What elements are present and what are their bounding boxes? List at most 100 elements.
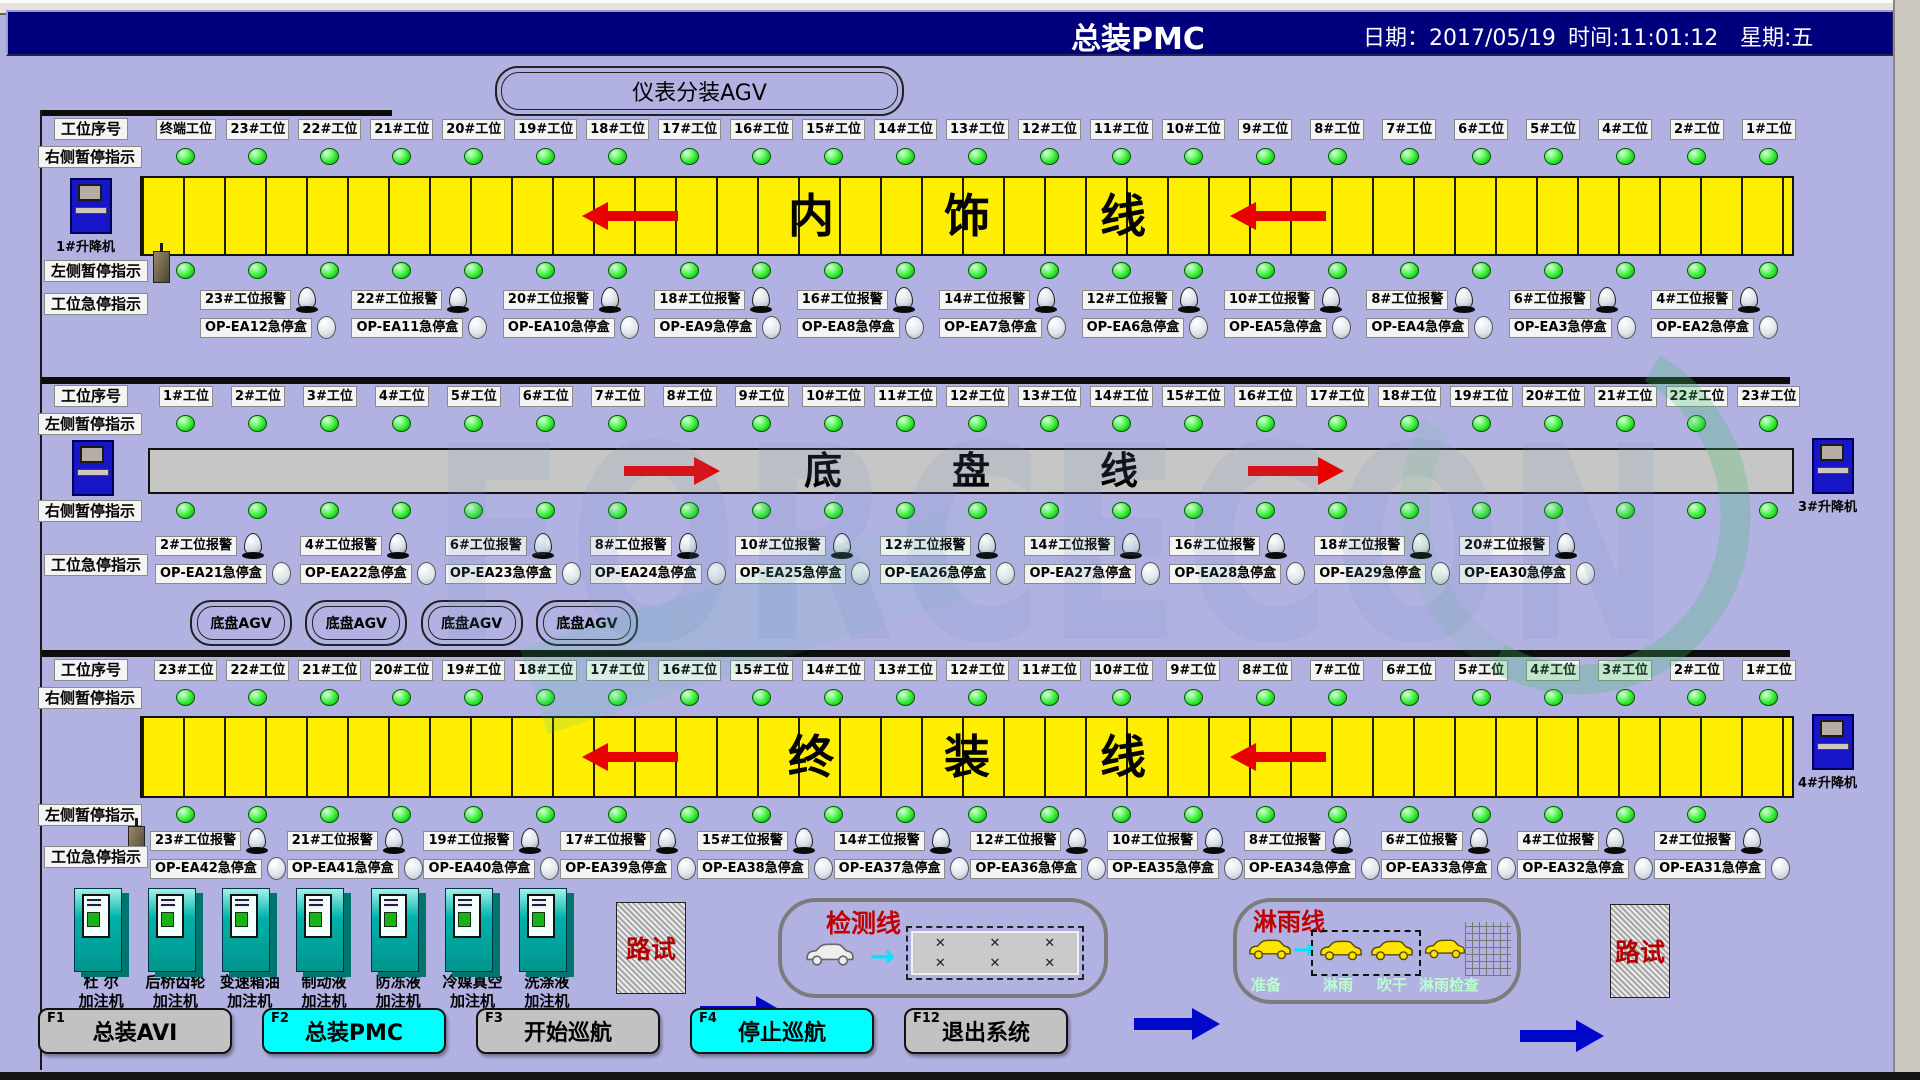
station-label[interactable]: 12#工位: [946, 386, 1009, 407]
station-label[interactable]: 12#工位: [946, 660, 1009, 681]
function-key-f2[interactable]: F2总装PMC: [262, 1008, 446, 1054]
estop-box-label[interactable]: OP-EA28急停盒: [1169, 564, 1281, 584]
station-label[interactable]: 11#工位: [1090, 119, 1153, 140]
station-alarm-label[interactable]: 12#工位报警: [1082, 290, 1173, 310]
station-label[interactable]: 3#工位: [1598, 660, 1652, 681]
estop-box-label[interactable]: OP-EA27急停盒: [1024, 564, 1136, 584]
estop-box-label[interactable]: OP-EA23急停盒: [445, 564, 557, 584]
estop-box-label[interactable]: OP-EA4急停盒: [1366, 318, 1469, 338]
station-label[interactable]: 17#工位: [658, 119, 721, 140]
estop-box-label[interactable]: OP-EA11急停盒: [351, 318, 463, 338]
estop-box-label[interactable]: OP-EA29急停盒: [1314, 564, 1426, 584]
station-alarm-label[interactable]: 20#工位报警: [1459, 536, 1550, 556]
estop-box-label[interactable]: OP-EA6急停盒: [1082, 318, 1185, 338]
station-label[interactable]: 16#工位: [730, 119, 793, 140]
station-alarm-label[interactable]: 16#工位报警: [1169, 536, 1260, 556]
station-label[interactable]: 7#工位: [1310, 660, 1364, 681]
station-label[interactable]: 16#工位: [658, 660, 721, 681]
station-label[interactable]: 4#工位: [1598, 119, 1652, 140]
station-label[interactable]: 13#工位: [946, 119, 1009, 140]
station-label[interactable]: 8#工位: [663, 386, 717, 407]
station-alarm-label[interactable]: 6#工位报警: [445, 536, 527, 556]
estop-box-label[interactable]: OP-EA22急停盒: [300, 564, 412, 584]
station-alarm-label[interactable]: 8#工位报警: [1244, 831, 1326, 851]
estop-box-label[interactable]: OP-EA38急停盒: [697, 859, 809, 879]
station-alarm-label[interactable]: 10#工位报警: [1107, 831, 1198, 851]
function-key-f4[interactable]: F4停止巡航: [690, 1008, 874, 1054]
station-label[interactable]: 17#工位: [586, 660, 649, 681]
station-alarm-label[interactable]: 8#工位报警: [1366, 290, 1448, 310]
station-label[interactable]: 5#工位: [447, 386, 501, 407]
station-label[interactable]: 15#工位: [1162, 386, 1225, 407]
station-alarm-label[interactable]: 16#工位报警: [797, 290, 888, 310]
station-label[interactable]: 23#工位: [226, 119, 289, 140]
station-label[interactable]: 18#工位: [586, 119, 649, 140]
estop-box-label[interactable]: OP-EA42急停盒: [150, 859, 262, 879]
estop-box-label[interactable]: OP-EA40急停盒: [423, 859, 535, 879]
station-label[interactable]: 18#工位: [514, 660, 577, 681]
station-label[interactable]: 22#工位: [298, 119, 361, 140]
station-label[interactable]: 19#工位: [442, 660, 505, 681]
estop-box-label[interactable]: OP-EA26急停盒: [880, 564, 992, 584]
estop-box-label[interactable]: OP-EA41急停盒: [287, 859, 399, 879]
station-label[interactable]: 6#工位: [1454, 119, 1508, 140]
station-label[interactable]: 4#工位: [375, 386, 429, 407]
station-label[interactable]: 10#工位: [1090, 660, 1153, 681]
station-label[interactable]: 18#工位: [1378, 386, 1441, 407]
station-label[interactable]: 9#工位: [1166, 660, 1220, 681]
station-alarm-label[interactable]: 21#工位报警: [287, 831, 378, 851]
estop-box-label[interactable]: OP-EA2急停盒: [1651, 318, 1754, 338]
station-label[interactable]: 12#工位: [1018, 119, 1081, 140]
estop-box-label[interactable]: OP-EA30急停盒: [1459, 564, 1571, 584]
estop-box-label[interactable]: OP-EA34急停盒: [1244, 859, 1356, 879]
estop-box-label[interactable]: OP-EA24急停盒: [590, 564, 702, 584]
station-alarm-label[interactable]: 23#工位报警: [150, 831, 241, 851]
station-label[interactable]: 8#工位: [1310, 119, 1364, 140]
station-label[interactable]: 15#工位: [730, 660, 793, 681]
station-label[interactable]: 21#工位: [370, 119, 433, 140]
station-label[interactable]: 7#工位: [1382, 119, 1436, 140]
station-alarm-label[interactable]: 4#工位报警: [1517, 831, 1599, 851]
station-label[interactable]: 6#工位: [1382, 660, 1436, 681]
station-alarm-label[interactable]: 4#工位报警: [300, 536, 382, 556]
station-label[interactable]: 20#工位: [1522, 386, 1585, 407]
estop-box-label[interactable]: OP-EA21急停盒: [155, 564, 267, 584]
station-label[interactable]: 10#工位: [1162, 119, 1225, 140]
station-alarm-label[interactable]: 8#工位报警: [590, 536, 672, 556]
station-label[interactable]: 2#工位: [1670, 660, 1724, 681]
station-label[interactable]: 22#工位: [226, 660, 289, 681]
station-label[interactable]: 14#工位: [802, 660, 865, 681]
estop-box-label[interactable]: OP-EA25急停盒: [735, 564, 847, 584]
station-alarm-label[interactable]: 14#工位报警: [939, 290, 1030, 310]
estop-box-label[interactable]: OP-EA39急停盒: [560, 859, 672, 879]
station-label[interactable]: 1#工位: [1742, 119, 1796, 140]
function-key-f3[interactable]: F3开始巡航: [476, 1008, 660, 1054]
station-alarm-label[interactable]: 4#工位报警: [1651, 290, 1733, 310]
station-alarm-label[interactable]: 2#工位报警: [155, 536, 237, 556]
estop-box-label[interactable]: OP-EA33急停盒: [1381, 859, 1493, 879]
station-label[interactable]: 4#工位: [1526, 660, 1580, 681]
road-test-box-left[interactable]: 路试: [616, 902, 686, 994]
station-alarm-label[interactable]: 18#工位报警: [654, 290, 745, 310]
station-alarm-label[interactable]: 12#工位报警: [970, 831, 1061, 851]
station-label[interactable]: 14#工位: [874, 119, 937, 140]
estop-box-label[interactable]: OP-EA32急停盒: [1517, 859, 1629, 879]
chassis-agv-button[interactable]: 底盘AGV: [536, 600, 638, 646]
station-alarm-label[interactable]: 14#工位报警: [834, 831, 925, 851]
station-label[interactable]: 9#工位: [1238, 119, 1292, 140]
station-label[interactable]: 23#工位: [154, 660, 217, 681]
station-label[interactable]: 19#工位: [514, 119, 577, 140]
station-label[interactable]: 2#工位: [231, 386, 285, 407]
station-label[interactable]: 21#工位: [1594, 386, 1657, 407]
station-alarm-label[interactable]: 14#工位报警: [1024, 536, 1115, 556]
station-label[interactable]: 终端工位: [156, 119, 216, 140]
station-label[interactable]: 8#工位: [1238, 660, 1292, 681]
station-label[interactable]: 13#工位: [1018, 386, 1081, 407]
station-label[interactable]: 2#工位: [1670, 119, 1724, 140]
estop-box-label[interactable]: OP-EA5急停盒: [1224, 318, 1327, 338]
estop-box-label[interactable]: OP-EA36急停盒: [970, 859, 1082, 879]
station-label[interactable]: 10#工位: [802, 386, 865, 407]
chassis-agv-button[interactable]: 底盘AGV: [305, 600, 407, 646]
estop-box-label[interactable]: OP-EA7急停盒: [939, 318, 1042, 338]
estop-box-label[interactable]: OP-EA12急停盒: [200, 318, 312, 338]
